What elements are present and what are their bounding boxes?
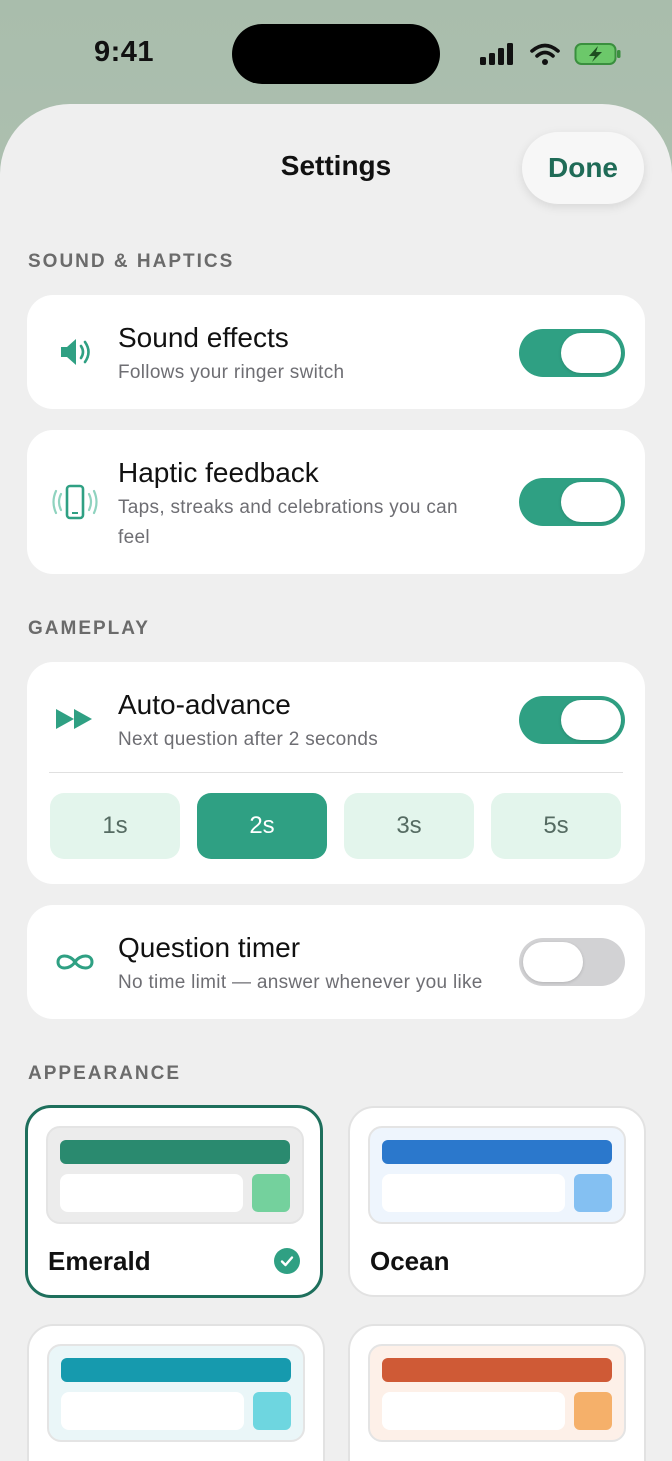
dynamic-island <box>232 24 440 84</box>
sound-effects-toggle[interactable] <box>519 329 625 377</box>
battery-charging-icon <box>574 43 621 65</box>
section-header-gameplay: GAMEPLAY <box>28 618 150 639</box>
speaker-icon <box>51 328 99 376</box>
status-bar: 9:41 <box>0 0 672 104</box>
checkmark-icon <box>274 1248 300 1274</box>
auto-advance-toggle[interactable] <box>519 696 625 744</box>
theme-preview <box>46 1126 304 1224</box>
fast-forward-icon <box>51 695 99 743</box>
preview-block <box>382 1174 565 1212</box>
status-time: 9:41 <box>94 36 155 68</box>
wifi-icon <box>530 43 560 65</box>
theme-name: Emerald <box>48 1246 151 1276</box>
theme-card-sunset[interactable] <box>348 1324 646 1461</box>
preview-block <box>60 1174 243 1212</box>
delay-option-3s[interactable]: 3s <box>344 793 474 859</box>
theme-preview <box>368 1126 626 1224</box>
status-icons <box>480 40 622 68</box>
section-header-appearance: APPEARANCE <box>28 1063 182 1084</box>
preview-bar <box>61 1358 291 1382</box>
auto-advance-title: Auto-advance <box>118 689 291 720</box>
theme-preview <box>368 1344 626 1442</box>
preview-swatch <box>253 1392 291 1430</box>
divider <box>49 772 623 773</box>
sound-effects-row: Sound effects Follows your ringer switch <box>27 295 645 409</box>
delay-option-1s[interactable]: 1s <box>50 793 180 859</box>
sound-effects-subtitle: Follows your ringer switch <box>118 362 345 383</box>
toggle-knob <box>523 942 583 982</box>
toggle-knob <box>561 482 621 522</box>
haptic-feedback-row: Haptic feedback Taps, streaks and celebr… <box>27 430 645 574</box>
theme-card-emerald[interactable]: Emerald <box>25 1105 323 1298</box>
preview-block <box>382 1392 565 1430</box>
cellular-signal-icon <box>480 43 513 65</box>
haptic-feedback-subtitle: Taps, streaks and celebrations you can f… <box>118 497 458 548</box>
question-timer-toggle[interactable] <box>519 938 625 986</box>
preview-bar <box>382 1358 612 1382</box>
question-timer-subtitle: No time limit — answer whenever you like <box>118 972 483 993</box>
preview-bar <box>60 1140 290 1164</box>
haptic-feedback-toggle[interactable] <box>519 478 625 526</box>
infinity-icon <box>51 938 99 986</box>
sound-effects-title: Sound effects <box>118 322 289 353</box>
toggle-knob <box>561 700 621 740</box>
auto-advance-subtitle: Next question after 2 seconds <box>118 729 379 750</box>
theme-name: Ocean <box>370 1246 450 1276</box>
theme-card-ocean[interactable]: Ocean <box>348 1106 646 1297</box>
preview-block <box>61 1392 244 1430</box>
theme-preview <box>47 1344 305 1442</box>
toggle-knob <box>561 333 621 373</box>
theme-card-teal[interactable] <box>27 1324 325 1461</box>
delay-option-2s[interactable]: 2s <box>197 793 327 859</box>
preview-swatch <box>574 1174 612 1212</box>
question-timer-title: Question timer <box>118 932 301 963</box>
preview-swatch <box>574 1392 612 1430</box>
haptic-feedback-title: Haptic feedback <box>118 457 319 488</box>
question-timer-row: Question timer No time limit — answer wh… <box>27 905 645 1019</box>
settings-sheet: Settings Done SOUND & HAPTICS Sound effe… <box>0 104 672 1461</box>
section-header-sound: SOUND & HAPTICS <box>28 251 235 272</box>
preview-swatch <box>252 1174 290 1212</box>
preview-bar <box>382 1140 612 1164</box>
phone-vibrate-icon <box>51 478 99 526</box>
delay-option-5s[interactable]: 5s <box>491 793 621 859</box>
done-button[interactable]: Done <box>522 132 644 204</box>
auto-advance-card: Auto-advance Next question after 2 secon… <box>27 662 645 884</box>
